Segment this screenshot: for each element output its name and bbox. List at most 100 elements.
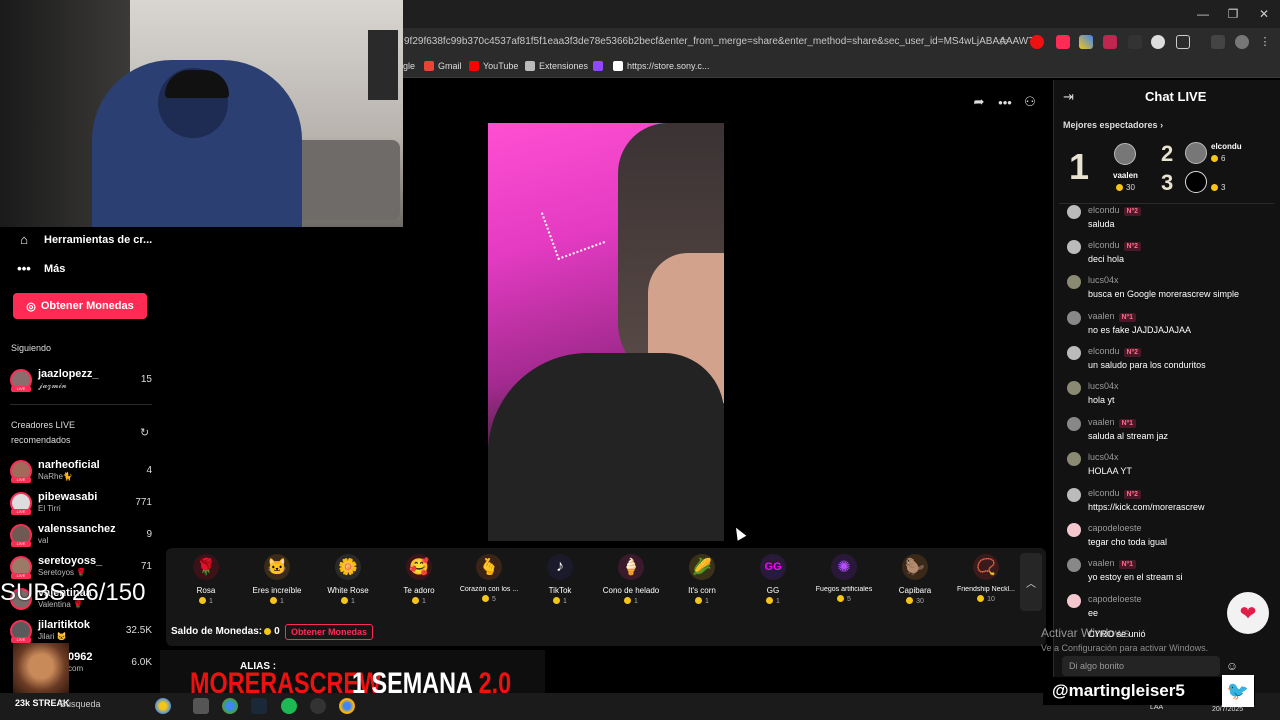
- avatar[interactable]: [1067, 594, 1081, 608]
- bookmark-gmail[interactable]: Gmail: [424, 61, 462, 71]
- chat-username[interactable]: vaalen Nº1: [1088, 417, 1137, 428]
- avatar[interactable]: [1067, 275, 1081, 289]
- spotify-icon[interactable]: [281, 698, 297, 714]
- gift-fireworks[interactable]: ✺ Fuegos artificiales 5: [809, 554, 879, 603]
- extension-icon[interactable]: [1151, 35, 1165, 49]
- chat-username[interactable]: elcondu Nº2: [1088, 488, 1142, 499]
- share-icon[interactable]: ➦: [970, 93, 988, 111]
- more-options-icon[interactable]: •••: [996, 93, 1014, 111]
- chrome-profile-icon[interactable]: [339, 698, 355, 714]
- capybara-icon: 🦫: [902, 554, 928, 580]
- keyboard-language[interactable]: LAA: [1150, 704, 1163, 711]
- chat-username[interactable]: elcondu Nº2: [1088, 346, 1142, 357]
- extension-icon[interactable]: [1079, 35, 1093, 49]
- avatar[interactable]: [1067, 558, 1081, 572]
- avatar[interactable]: [1185, 171, 1207, 193]
- following-item[interactable]: LIVE jaazlopezz_ 𝓳𝓪𝔃𝓶𝓲𝓷 15: [10, 366, 152, 396]
- avatar[interactable]: [1067, 346, 1081, 360]
- refresh-icon[interactable]: ↻: [140, 426, 149, 439]
- steam-icon[interactable]: [251, 698, 267, 714]
- gift-white-rose[interactable]: 🌼 White Rose 1: [313, 554, 383, 605]
- gift-price-value: 1: [705, 598, 709, 605]
- chat-username[interactable]: elcondu Nº2: [1088, 205, 1142, 216]
- get-coins-small-button[interactable]: Obtener Monedas: [285, 624, 373, 640]
- bookmark-star-icon[interactable]: ☆: [998, 34, 1009, 48]
- chat-username[interactable]: lucs04x: [1088, 452, 1119, 462]
- gift-gg[interactable]: GG GG 1: [738, 554, 808, 605]
- collapse-chat-icon[interactable]: ⇥: [1063, 89, 1074, 105]
- get-coins-button[interactable]: ◎ Obtener Monedas: [13, 293, 147, 319]
- chat-username[interactable]: vaalen Nº1: [1088, 311, 1137, 322]
- chat-username[interactable]: elcondu Nº2: [1088, 240, 1142, 251]
- coin-icon: [977, 595, 985, 602]
- bookmark-google[interactable]: gle: [403, 61, 415, 71]
- taskbar-search[interactable]: Búsqueda: [60, 699, 101, 709]
- gift-friendship-necklace[interactable]: 📿 Friendship Neckl... 10: [951, 554, 1021, 603]
- avatar[interactable]: [1067, 417, 1081, 431]
- gift-te-adoro[interactable]: 🥰 Te adoro 1: [384, 554, 454, 605]
- media-icon[interactable]: [1211, 35, 1225, 49]
- viewer-count: 32.5K: [125, 625, 152, 636]
- nav-more[interactable]: ••• Más: [16, 261, 65, 276]
- avatar[interactable]: [1185, 142, 1207, 164]
- like-heart-button[interactable]: ❤: [1227, 592, 1269, 634]
- weather-icon[interactable]: [155, 698, 171, 714]
- maximize-button[interactable]: ❐: [1218, 0, 1248, 28]
- creator-name: valenssanchez: [38, 523, 116, 535]
- chrome-icon[interactable]: [222, 698, 238, 714]
- rank-badge: Nº2: [1123, 242, 1142, 251]
- avatar[interactable]: [1067, 240, 1081, 254]
- avatar[interactable]: [1067, 381, 1081, 395]
- emoji-icon[interactable]: ☺: [1224, 658, 1240, 674]
- close-window-button[interactable]: ✕: [1249, 0, 1279, 28]
- chat-username[interactable]: capodeloeste: [1088, 594, 1142, 604]
- bookmark-twitch[interactable]: [593, 61, 603, 71]
- chat-username[interactable]: vaalen Nº1: [1088, 558, 1137, 569]
- extension-icon[interactable]: [1030, 35, 1044, 49]
- gift-finger-heart[interactable]: 🫰 Corazón con los ... 5: [454, 554, 524, 603]
- avatar[interactable]: [1114, 143, 1136, 165]
- minimize-button[interactable]: —: [1188, 0, 1218, 28]
- nav-creator-tools[interactable]: ⌂ Herramientas de cr...: [16, 232, 152, 247]
- bookmark-sony[interactable]: https://store.sony.c...: [613, 61, 709, 71]
- chat-username[interactable]: lucs04x: [1088, 275, 1119, 285]
- gift-its-corn[interactable]: 🌽 It's corn 1: [667, 554, 737, 605]
- user-settings-icon[interactable]: ⚇: [1021, 93, 1039, 111]
- bookmark-extensions[interactable]: Extensiones: [525, 61, 588, 71]
- extension-icon[interactable]: [1056, 35, 1070, 49]
- bookmark-youtube[interactable]: YouTube: [469, 61, 518, 71]
- username-text: vaalen: [1088, 558, 1115, 568]
- live-video[interactable]: [488, 123, 724, 541]
- avatar[interactable]: [1067, 523, 1081, 537]
- avatar[interactable]: [1067, 488, 1081, 502]
- gift-tiktok[interactable]: ♪ TikTok 1: [525, 554, 595, 605]
- gift-ice-cream[interactable]: 🍦 Cono de helado 1: [596, 554, 666, 605]
- taskview-icon[interactable]: [193, 698, 209, 714]
- gift-price-value: 5: [847, 596, 851, 603]
- extension-icon[interactable]: [1128, 35, 1142, 49]
- avatar[interactable]: [1067, 311, 1081, 325]
- recommended-item[interactable]: LIVE narheoficial NaRhe🐈 4: [10, 457, 152, 487]
- recommended-item[interactable]: LIVE valenssanchez val 9: [10, 521, 152, 551]
- gifts-expand-button[interactable]: ︿: [1020, 553, 1042, 611]
- live-badge: LIVE: [11, 386, 31, 392]
- obs-icon[interactable]: [310, 698, 326, 714]
- taskbar-date[interactable]: 20/7/2025: [1212, 706, 1243, 713]
- extensions-puzzle-icon[interactable]: [1176, 35, 1190, 49]
- avatar[interactable]: [1067, 452, 1081, 466]
- gift-rose[interactable]: 🌹 Rosa 1: [171, 554, 241, 605]
- gift-eres-increible[interactable]: 🐱 Eres increíble 1: [242, 554, 312, 605]
- chat-input[interactable]: Di algo bonito: [1062, 656, 1220, 676]
- chat-text[interactable]: https://kick.com/morerascrew: [1088, 502, 1205, 512]
- profile-avatar[interactable]: [1235, 35, 1249, 49]
- avatar[interactable]: [1067, 205, 1081, 219]
- chat-username[interactable]: lucs04x: [1088, 381, 1119, 391]
- rank-points: 6: [1211, 154, 1225, 163]
- url-text[interactable]: 9f29f638fc99b370c4537af81f5f1eaa3f3de78e…: [404, 36, 1042, 47]
- recommended-item[interactable]: LIVE pibewasabi El Tirri 771: [10, 489, 152, 519]
- top-viewers-title[interactable]: Mejores espectadores ›: [1063, 120, 1163, 130]
- gift-capybara[interactable]: 🦫 Capibara 30: [880, 554, 950, 605]
- menu-kebab-icon[interactable]: ⋮: [1258, 35, 1272, 49]
- extension-icon[interactable]: [1103, 35, 1117, 49]
- chat-username[interactable]: capodeloeste: [1088, 523, 1142, 533]
